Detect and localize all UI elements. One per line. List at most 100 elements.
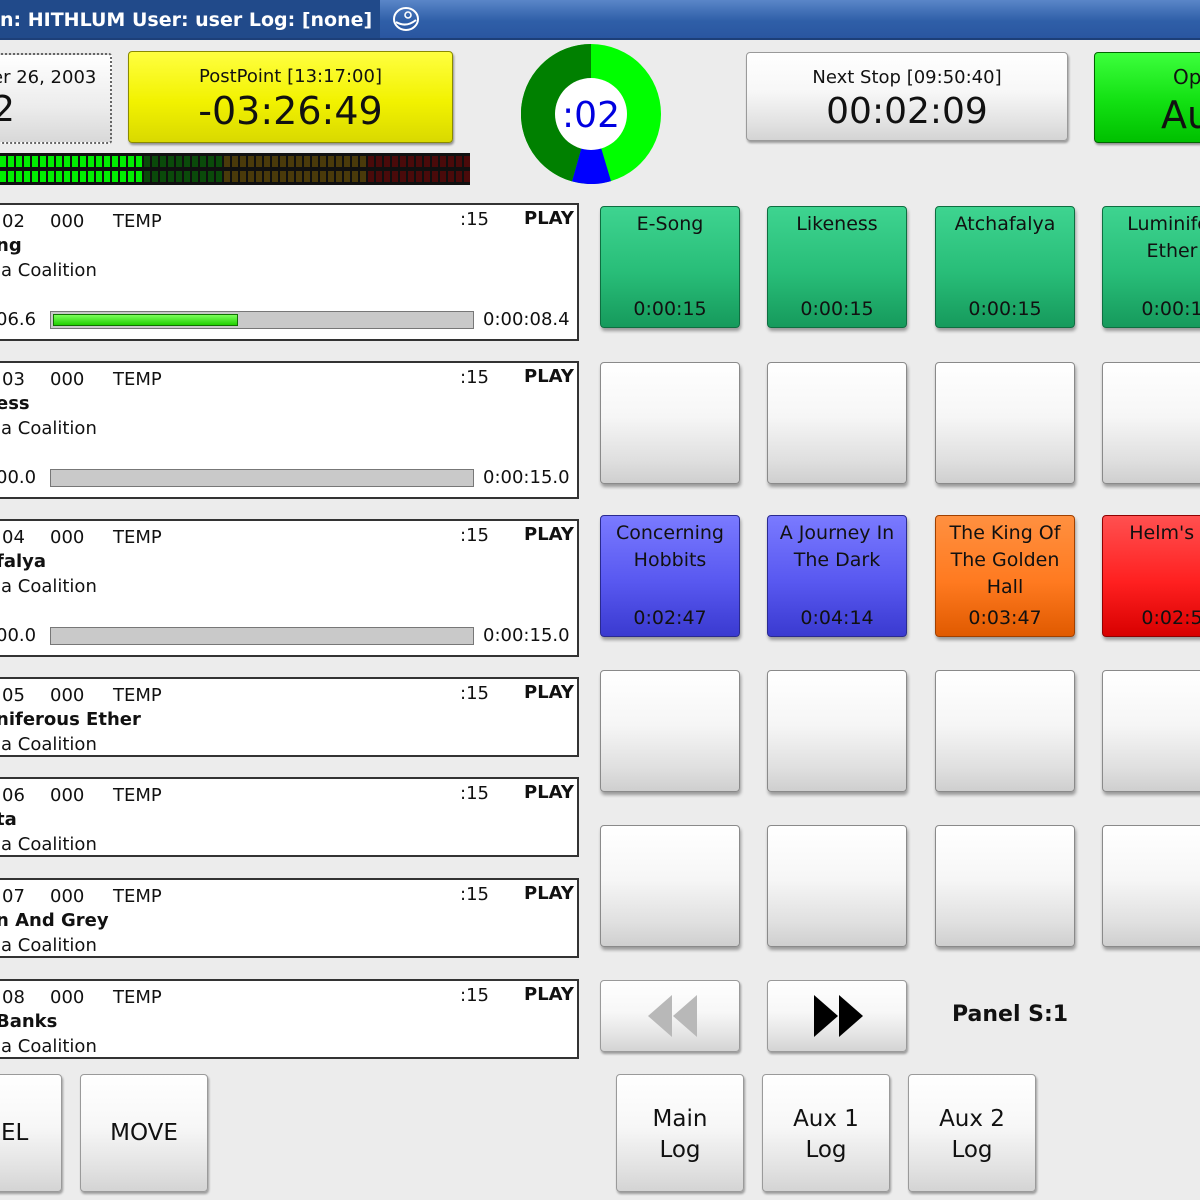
log-line-cart: 03 xyxy=(2,369,25,390)
meter-segment xyxy=(104,156,110,167)
aux1-log-button[interactable]: Aux 1 Log xyxy=(762,1074,890,1192)
panel-cart-title: The King Of The Golden Hall xyxy=(949,522,1061,598)
meter-segment xyxy=(216,156,222,167)
meter-segment xyxy=(424,156,430,167)
log-line-length: :15 xyxy=(460,985,489,1006)
panel-empty-button[interactable] xyxy=(767,825,907,947)
meter-segment xyxy=(80,156,86,167)
window-title: n: HITHLUM User: user Log: [none] xyxy=(0,0,380,38)
clock-button[interactable]: er 26, 2003 2 xyxy=(0,53,112,144)
meter-segment xyxy=(392,156,398,167)
audio-meter-right xyxy=(0,171,470,182)
meter-segment xyxy=(344,156,350,167)
meter-segment xyxy=(288,171,294,182)
meter-segment xyxy=(328,156,334,167)
meter-segment xyxy=(272,156,278,167)
meter-segment xyxy=(376,156,382,167)
log-line-artist: ia Coalition xyxy=(0,935,97,956)
meter-segment xyxy=(200,156,206,167)
panel-cart-button[interactable]: E-Song 0:00:15 xyxy=(600,206,740,328)
meter-segment xyxy=(368,156,374,167)
log-line[interactable]: 07 000 TEMP:15 PLAY n And Grey ia Coalition xyxy=(0,878,579,958)
log-line-position: 06.6 xyxy=(0,309,37,330)
meter-segment xyxy=(88,171,94,182)
meter-segment xyxy=(272,171,278,182)
delete-button[interactable]: EL xyxy=(0,1074,62,1192)
next-stop-button[interactable]: Next Stop [09:50:40] 00:02:09 xyxy=(746,52,1068,141)
log-line[interactable]: 03 000 TEMP:15 PLAY ess ia Coalition 00.0 0:00:… xyxy=(0,361,579,499)
meter-segment xyxy=(80,171,86,182)
panel-empty-button[interactable] xyxy=(767,362,907,484)
clock-time: 2 xyxy=(0,89,15,130)
log-line[interactable]: 08 000 TEMP:15 PLAY Banks ia Coalition xyxy=(0,979,579,1059)
panel-empty-button[interactable] xyxy=(935,670,1075,792)
meter-segment xyxy=(360,156,366,167)
panel-prev-button[interactable] xyxy=(600,980,740,1052)
log-line-title: falya xyxy=(0,551,47,572)
log-line-status: PLAY xyxy=(524,682,574,703)
panel-cart-button[interactable]: Atchafalya 0:00:15 xyxy=(935,206,1075,328)
panel-cart-button[interactable]: The King Of The Golden Hall 0:03:47 xyxy=(935,515,1075,637)
meter-segment xyxy=(424,171,430,182)
panel-cart-button[interactable]: Luminifer Ether 0:00:1 xyxy=(1102,206,1200,328)
main-log-button[interactable]: Main Log xyxy=(616,1074,744,1192)
aux2-log-button[interactable]: Aux 2 Log xyxy=(908,1074,1036,1192)
panel-cart-button[interactable]: Likeness 0:00:15 xyxy=(767,206,907,328)
panel-empty-button[interactable] xyxy=(767,670,907,792)
panel-empty-button[interactable] xyxy=(600,825,740,947)
log-line[interactable]: 04 000 TEMP:15 PLAY falya ia Coalition 00.0 0:0… xyxy=(0,519,579,657)
panel-empty-button[interactable] xyxy=(600,670,740,792)
window-title-bar: n: HITHLUM User: user Log: [none] xyxy=(0,0,1200,40)
panel-cart-button[interactable]: Helm's D 0:02:5 xyxy=(1102,515,1200,637)
log-line-length: :15 xyxy=(460,525,489,546)
meter-segment xyxy=(24,171,30,182)
post-point-button[interactable]: PostPoint [13:17:00] -03:26:49 xyxy=(128,51,453,143)
meter-segment xyxy=(384,156,390,167)
log-line[interactable]: 05 000 TEMP:15 PLAY niferous Ether ia Coaliti… xyxy=(0,677,579,757)
meter-segment xyxy=(168,156,174,167)
meter-segment xyxy=(8,156,14,167)
log-line[interactable]: 02 000 TEMP:15 PLAY ng ia Coalition 06.6 0:00:0… xyxy=(0,203,579,341)
log-line-length: :15 xyxy=(460,884,489,905)
panel-cart-duration: 0:00:15 xyxy=(800,298,874,320)
panel-empty-button[interactable] xyxy=(935,825,1075,947)
log-line-progress-bar xyxy=(50,311,474,329)
panel-cart-button[interactable]: A Journey In The Dark 0:04:14 xyxy=(767,515,907,637)
main-log-label-line1: Main xyxy=(652,1106,708,1132)
op-mode-button[interactable]: Op Au xyxy=(1094,52,1200,143)
meter-segment xyxy=(192,156,198,167)
panel-empty-button[interactable] xyxy=(1102,362,1200,484)
meter-segment xyxy=(336,171,342,182)
next-stop-countdown: 00:02:09 xyxy=(826,91,988,132)
panel-cart-title: Atchafalya xyxy=(954,213,1056,235)
log-line-group: TEMP xyxy=(113,685,162,706)
meter-segment xyxy=(304,171,310,182)
meter-segment xyxy=(160,171,166,182)
move-button[interactable]: MOVE xyxy=(80,1074,208,1192)
log-line-length: :15 xyxy=(460,209,489,230)
log-line-remaining: 0:00:15.0 xyxy=(483,625,570,646)
move-button-label: MOVE xyxy=(110,1120,178,1146)
meter-segment xyxy=(448,156,454,167)
panel-empty-button[interactable] xyxy=(1102,670,1200,792)
log-line-cut: 000 xyxy=(50,886,85,907)
panel-empty-button[interactable] xyxy=(600,362,740,484)
meter-segment xyxy=(352,156,358,167)
log-line[interactable]: 06 000 TEMP:15 PLAY ta ia Coalition xyxy=(0,777,579,857)
log-line-artist: ia Coalition xyxy=(0,834,97,855)
panel-cart-button[interactable]: Concerning Hobbits 0:02:47 xyxy=(600,515,740,637)
panel-empty-button[interactable] xyxy=(935,362,1075,484)
log-line-cart: 06 xyxy=(2,785,25,806)
meter-segment xyxy=(56,156,62,167)
meter-segment xyxy=(112,171,118,182)
panel-cart-title: Concerning Hobbits xyxy=(616,522,724,571)
audio-meter xyxy=(0,153,470,185)
panel-label: Panel S:1 xyxy=(952,1002,1069,1027)
meter-segment xyxy=(320,156,326,167)
pie-countdown[interactable]: :02 xyxy=(521,44,661,184)
meter-segment xyxy=(248,171,254,182)
meter-segment xyxy=(136,171,142,182)
panel-empty-button[interactable] xyxy=(1102,825,1200,947)
post-point-label: PostPoint [13:17:00] xyxy=(199,66,382,87)
panel-next-button[interactable] xyxy=(767,980,907,1052)
